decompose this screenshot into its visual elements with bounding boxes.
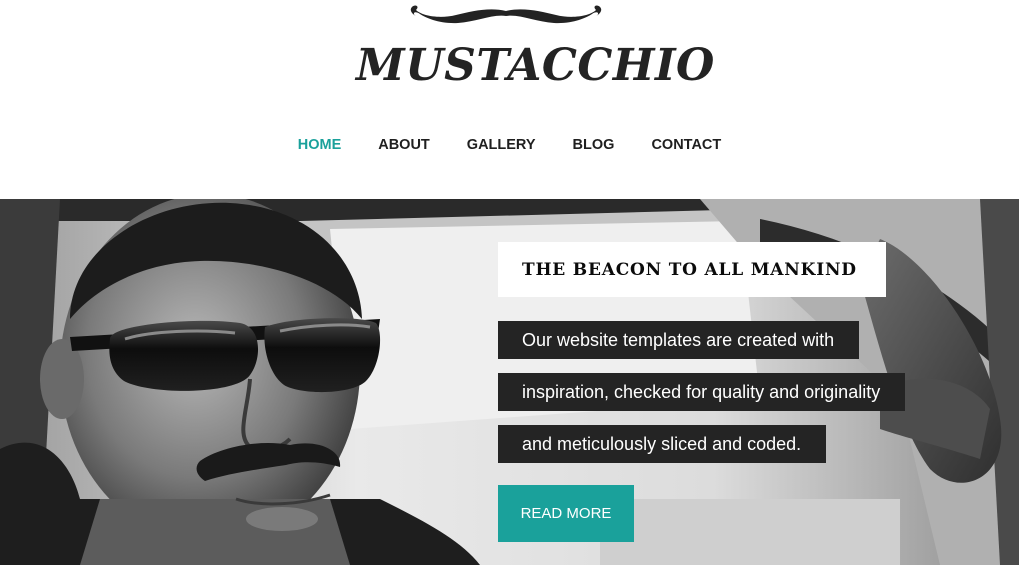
brand-name: MUSTACCHIO xyxy=(356,40,715,91)
site-logo[interactable]: MUSTACCHIO xyxy=(356,4,715,94)
hero-banner: THE BEACON TO ALL MANKIND Our website te… xyxy=(0,199,1019,565)
nav-item-gallery[interactable]: GALLERY xyxy=(467,132,536,158)
main-nav: HOME ABOUT GALLERY BLOG CONTACT xyxy=(0,132,1019,158)
nav-item-contact[interactable]: CONTACT xyxy=(651,132,721,158)
nav-item-blog[interactable]: BLOG xyxy=(573,132,615,158)
hero-text-line-3: and meticulously sliced and coded. xyxy=(498,425,826,463)
hero-title-box: THE BEACON TO ALL MANKIND xyxy=(498,242,886,297)
read-more-button[interactable]: READ MORE xyxy=(498,485,634,542)
mustache-icon xyxy=(410,5,602,24)
nav-item-home[interactable]: HOME xyxy=(298,132,342,158)
site-header: MUSTACCHIO HOME ABOUT GALLERY BLOG CONTA… xyxy=(0,0,1019,199)
hero-title: THE BEACON TO ALL MANKIND xyxy=(522,259,857,280)
hero-text-line-1: Our website templates are created with xyxy=(498,321,859,359)
hero-text-line-2: inspiration, checked for quality and ori… xyxy=(498,373,905,411)
nav-item-about[interactable]: ABOUT xyxy=(378,132,430,158)
